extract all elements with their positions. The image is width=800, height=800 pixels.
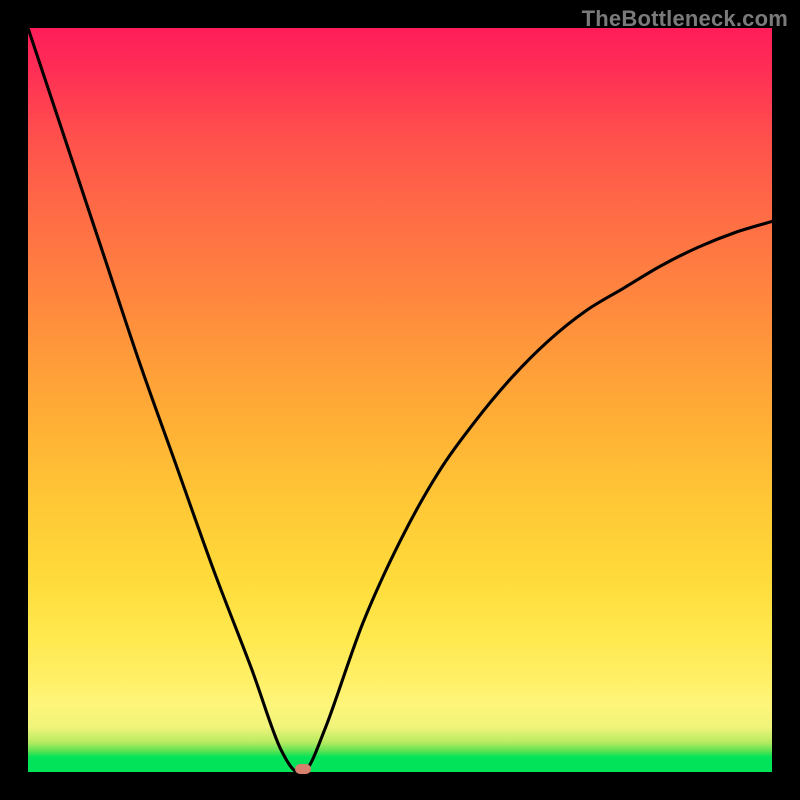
optimum-marker bbox=[295, 764, 311, 774]
bottleneck-curve bbox=[28, 28, 772, 772]
plot-area bbox=[28, 28, 772, 772]
chart-frame: TheBottleneck.com bbox=[0, 0, 800, 800]
